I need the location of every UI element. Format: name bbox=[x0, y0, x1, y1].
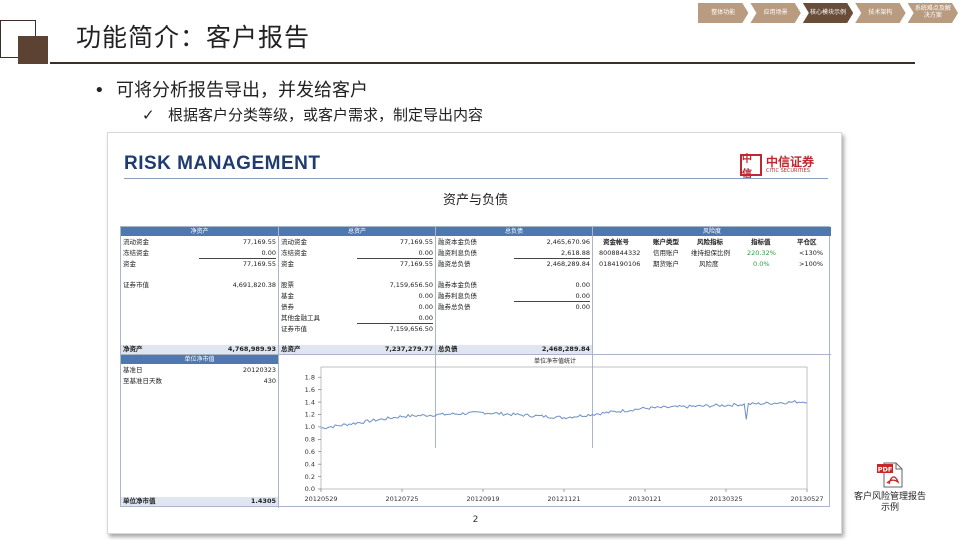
breadcrumb-item-core-modules[interactable]: 核心模块示例 bbox=[802, 3, 854, 23]
table-row: 其他金融工具 0.00 bbox=[281, 314, 433, 322]
table-row: 证券市值 4,691,820.38 bbox=[123, 281, 276, 289]
table-row: 资金 77,169.55 bbox=[281, 260, 433, 268]
x-tick-label: 20120919 bbox=[466, 495, 499, 503]
y-tick-label: 1.0 bbox=[305, 423, 315, 431]
x-tick-label: 20120529 bbox=[304, 495, 337, 503]
table-row: 股票 7,159,656.50 bbox=[281, 281, 433, 289]
pdf-caption-line1: 客户风险管理报告 bbox=[853, 492, 926, 502]
x-tick-label: 20130121 bbox=[628, 495, 661, 503]
net-assets-header: 净资产 bbox=[121, 227, 278, 236]
table-row: 融券总负债 0.00 bbox=[438, 303, 590, 311]
x-tick-label: 20121121 bbox=[547, 495, 580, 503]
y-tick-label: 0.0 bbox=[305, 485, 315, 493]
table-row: 基准日 20120323 bbox=[123, 366, 276, 374]
citic-logo-icon: 中信 bbox=[740, 154, 762, 180]
y-tick-label: 1.6 bbox=[305, 386, 315, 394]
risk-header: 风险度 bbox=[593, 227, 831, 236]
table-row: 冻结资金 0.00 bbox=[281, 249, 433, 257]
decor-square-fill bbox=[18, 36, 48, 64]
y-tick-label: 1.2 bbox=[305, 411, 315, 419]
citic-logo: 中信 中信证券 CITIC SECURITIES bbox=[740, 154, 815, 180]
unit-nav-header: 单位净市值 bbox=[121, 355, 278, 364]
y-tick-label: 0.6 bbox=[305, 448, 315, 456]
bullet-text: 可将分析报告导出，并发给客户 bbox=[116, 80, 368, 101]
table-row: 融资本金负债 2,465,670.96 bbox=[438, 238, 590, 246]
citic-logo-cn: 中信证券 bbox=[766, 154, 815, 169]
pdf-caption-line2: 示例 bbox=[880, 503, 899, 513]
pdf-file-icon[interactable]: PDF bbox=[876, 462, 904, 488]
table-row: 8008844332 信用账户 维持担保比例 220.32% <130% bbox=[599, 249, 824, 257]
y-tick-label: 0.8 bbox=[305, 436, 315, 444]
sub-bullet-point: ✓ 根据客户分类等级，或客户需求，制定导出内容 bbox=[142, 104, 483, 125]
risk-column-headers: 资金帐号 账户类型 风险指标 指标值 平仓区 bbox=[603, 238, 817, 246]
table-row: 融资利息负债 2,618.88 bbox=[438, 249, 590, 257]
liabilities-header: 总负债 bbox=[436, 227, 592, 236]
x-tick-label: 20130325 bbox=[709, 495, 742, 503]
breadcrumb-item-overall[interactable]: 整体功能 bbox=[698, 3, 749, 23]
table-row: 债券 0.00 bbox=[281, 303, 433, 311]
table-row: 基金 0.00 bbox=[281, 292, 433, 300]
table-row: 资金 77,169.55 bbox=[123, 260, 276, 268]
report-page-number: 2 bbox=[472, 515, 479, 525]
x-tick-label: 20120725 bbox=[385, 495, 418, 503]
table-row: 融券利息负债 0.00 bbox=[438, 292, 590, 300]
report-title-rule bbox=[124, 178, 828, 179]
table-row: 融券本金负债 0.00 bbox=[438, 281, 590, 289]
report-preview: RISK MANAGEMENT 中信 中信证券 CITIC SECURITIES… bbox=[107, 132, 842, 534]
y-tick-label: 0.4 bbox=[305, 460, 315, 468]
table-row-total: 总负债 2,468,289.84 bbox=[438, 345, 590, 353]
y-tick-label: 1.8 bbox=[305, 373, 315, 381]
y-tick-label: 1.4 bbox=[305, 398, 315, 406]
total-assets-header: 总资产 bbox=[279, 227, 435, 236]
table-row: 证券市值 7,159,656.50 bbox=[281, 325, 433, 333]
breadcrumb-item-difficulties[interactable]: 系统难点及解决方案 bbox=[907, 3, 959, 23]
pdf-icon-label: PDF bbox=[878, 465, 893, 473]
nav-line-chart: 0.0 0.2 0.4 0.6 0.8 1.0 1.2 1.4 1.6 1.8 20120529 20… bbox=[304, 366, 824, 503]
table-row: 流动资金 77,169.55 bbox=[123, 238, 276, 246]
section-breadcrumb: 整体功能 应用场景 核心模块示例 技术架构 系统难点及解决方案 bbox=[698, 3, 960, 23]
table-row: 至基准日天数 430 bbox=[123, 377, 276, 385]
table-row-total: 净资产 4,768,989.93 bbox=[123, 345, 276, 353]
table-row-total: 总资产 7,237,279.77 bbox=[281, 345, 433, 353]
table-row-total: 单位净市值 1.4305 bbox=[123, 497, 276, 505]
checkmark-icon: ✓ bbox=[142, 106, 155, 124]
citic-logo-en: CITIC SECURITIES bbox=[766, 167, 810, 174]
plot-frame bbox=[320, 366, 808, 490]
sub-bullet-text: 根据客户分类等级，或客户需求，制定导出内容 bbox=[168, 106, 484, 124]
nav-series-line bbox=[320, 400, 808, 430]
table-row: 冻结资金 0.00 bbox=[123, 249, 276, 257]
report-brand-title: RISK MANAGEMENT bbox=[124, 153, 321, 174]
breadcrumb-item-scenarios[interactable]: 应用场景 bbox=[750, 3, 801, 23]
table-row: 流动资金 77,169.55 bbox=[281, 238, 433, 246]
table-row: 融资总负债 2,468,289.84 bbox=[438, 260, 590, 268]
pdf-attachment-caption[interactable]: 客户风险管理报告 示例 bbox=[846, 492, 934, 514]
bullet-point: • 可将分析报告导出，并发给客户 bbox=[94, 76, 368, 102]
y-tick-label: 0.2 bbox=[305, 473, 315, 481]
title-divider bbox=[50, 62, 915, 64]
table-row: 0184190106 期货账户 风险度 0.0% >100% bbox=[599, 260, 824, 268]
report-sheet: 净资产 流动资金 77,169.55 冻结资金 0.00 资金 77,169.55 证… bbox=[120, 226, 831, 508]
report-heading: 资产与负债 bbox=[442, 193, 508, 208]
slide-title: 功能简介：客户报告 bbox=[76, 23, 311, 52]
x-tick-label: 20130527 bbox=[790, 495, 823, 503]
breadcrumb-item-architecture[interactable]: 技术架构 bbox=[855, 3, 906, 23]
bullet-icon: • bbox=[94, 80, 105, 101]
